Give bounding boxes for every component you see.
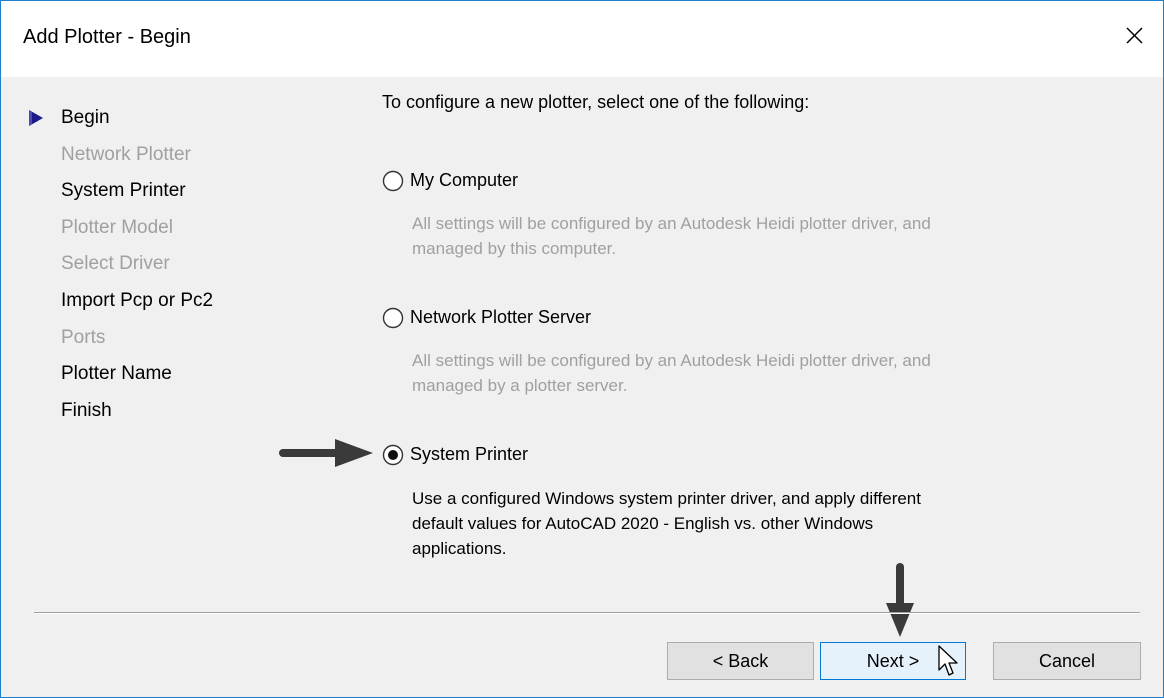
step-import-pcp-or-pc2: Import Pcp or Pc2: [61, 290, 214, 311]
close-icon: [1126, 27, 1143, 44]
mouse-pointer-icon: [938, 645, 958, 676]
current-step-arrow-icon: [29, 110, 43, 126]
my-computer-radio[interactable]: [382, 170, 404, 192]
system-printer-radio[interactable]: [382, 444, 404, 466]
my-computer-label[interactable]: My Computer: [410, 170, 518, 191]
arrow-right-icon: [279, 439, 373, 467]
intro-text: To configure a new plotter, select one o…: [382, 92, 810, 112]
step-system-printer: System Printer: [61, 180, 186, 201]
my-computer-description: All settings will be configured by an Au…: [412, 214, 931, 258]
separator-line: [34, 612, 1140, 614]
cancel-button[interactable]: Cancel: [993, 642, 1141, 680]
close-button[interactable]: [1117, 19, 1151, 53]
title-bar: Add Plotter - Begin: [1, 1, 1163, 77]
step-network-plotter: Network Plotter: [61, 144, 191, 165]
arrow-down-icon: [886, 563, 914, 637]
step-begin: Begin: [61, 107, 110, 128]
step-select-driver: Select Driver: [61, 253, 170, 274]
step-plotter-name: Plotter Name: [61, 363, 172, 384]
network-plotter-server-description: All settings will be configured by an Au…: [412, 351, 931, 395]
step-finish: Finish: [61, 400, 112, 421]
back-button[interactable]: < Back: [667, 642, 814, 680]
system-printer-label[interactable]: System Printer: [410, 444, 528, 465]
step-ports: Ports: [61, 327, 106, 348]
network-plotter-server-radio[interactable]: [382, 307, 404, 329]
add-plotter-dialog: Add Plotter - Begin Begin Network Plotte…: [0, 0, 1164, 698]
step-plotter-model: Plotter Model: [61, 217, 173, 238]
window-title: Add Plotter - Begin: [23, 26, 191, 48]
network-plotter-server-label[interactable]: Network Plotter Server: [410, 307, 591, 328]
system-printer-description: Use a configured Windows system printer …: [412, 489, 921, 558]
